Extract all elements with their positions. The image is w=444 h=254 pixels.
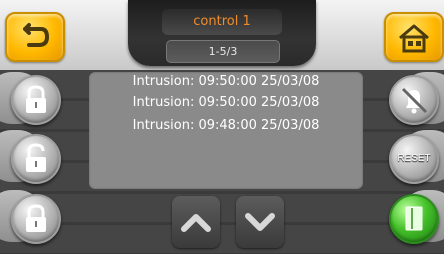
log-entry[interactable]: Intrusion: 09:50:00 25/03/08 bbox=[89, 74, 363, 89]
log-entry[interactable]: Intrusion: 09:48:00 25/03/08 bbox=[89, 118, 363, 133]
scroll-down-button[interactable] bbox=[236, 196, 284, 248]
event-log-button[interactable] bbox=[389, 194, 439, 244]
lock-button-armed[interactable] bbox=[11, 75, 61, 125]
chevron-up-icon bbox=[181, 214, 211, 232]
home-button[interactable] bbox=[384, 12, 444, 62]
mute-alarm-button[interactable] bbox=[389, 75, 439, 125]
back-arrow-icon bbox=[23, 23, 49, 47]
reset-button[interactable]: RESET bbox=[389, 134, 439, 184]
lock-button-disarmed[interactable] bbox=[11, 134, 61, 184]
chevron-down-icon bbox=[245, 213, 275, 231]
padlock-closed-icon bbox=[26, 85, 46, 113]
lock-button-partial[interactable] bbox=[11, 194, 61, 244]
document-icon bbox=[405, 206, 423, 231]
padlock-partial-icon bbox=[26, 204, 46, 232]
reset-label: RESET bbox=[397, 153, 431, 164]
event-log-panel: Intrusion: 09:50:00 25/03/08 Intrusion: … bbox=[89, 72, 363, 189]
scroll-up-button[interactable] bbox=[172, 196, 220, 248]
log-entry[interactable]: Intrusion: 09:50:00 25/03/08 bbox=[89, 95, 363, 110]
page-title: control 1 bbox=[162, 9, 282, 35]
bell-muted-icon bbox=[401, 87, 428, 114]
back-button[interactable] bbox=[5, 12, 65, 62]
home-icon bbox=[399, 24, 429, 53]
page-indicator: 1-5/3 bbox=[166, 40, 280, 63]
padlock-open-icon bbox=[26, 143, 46, 172]
